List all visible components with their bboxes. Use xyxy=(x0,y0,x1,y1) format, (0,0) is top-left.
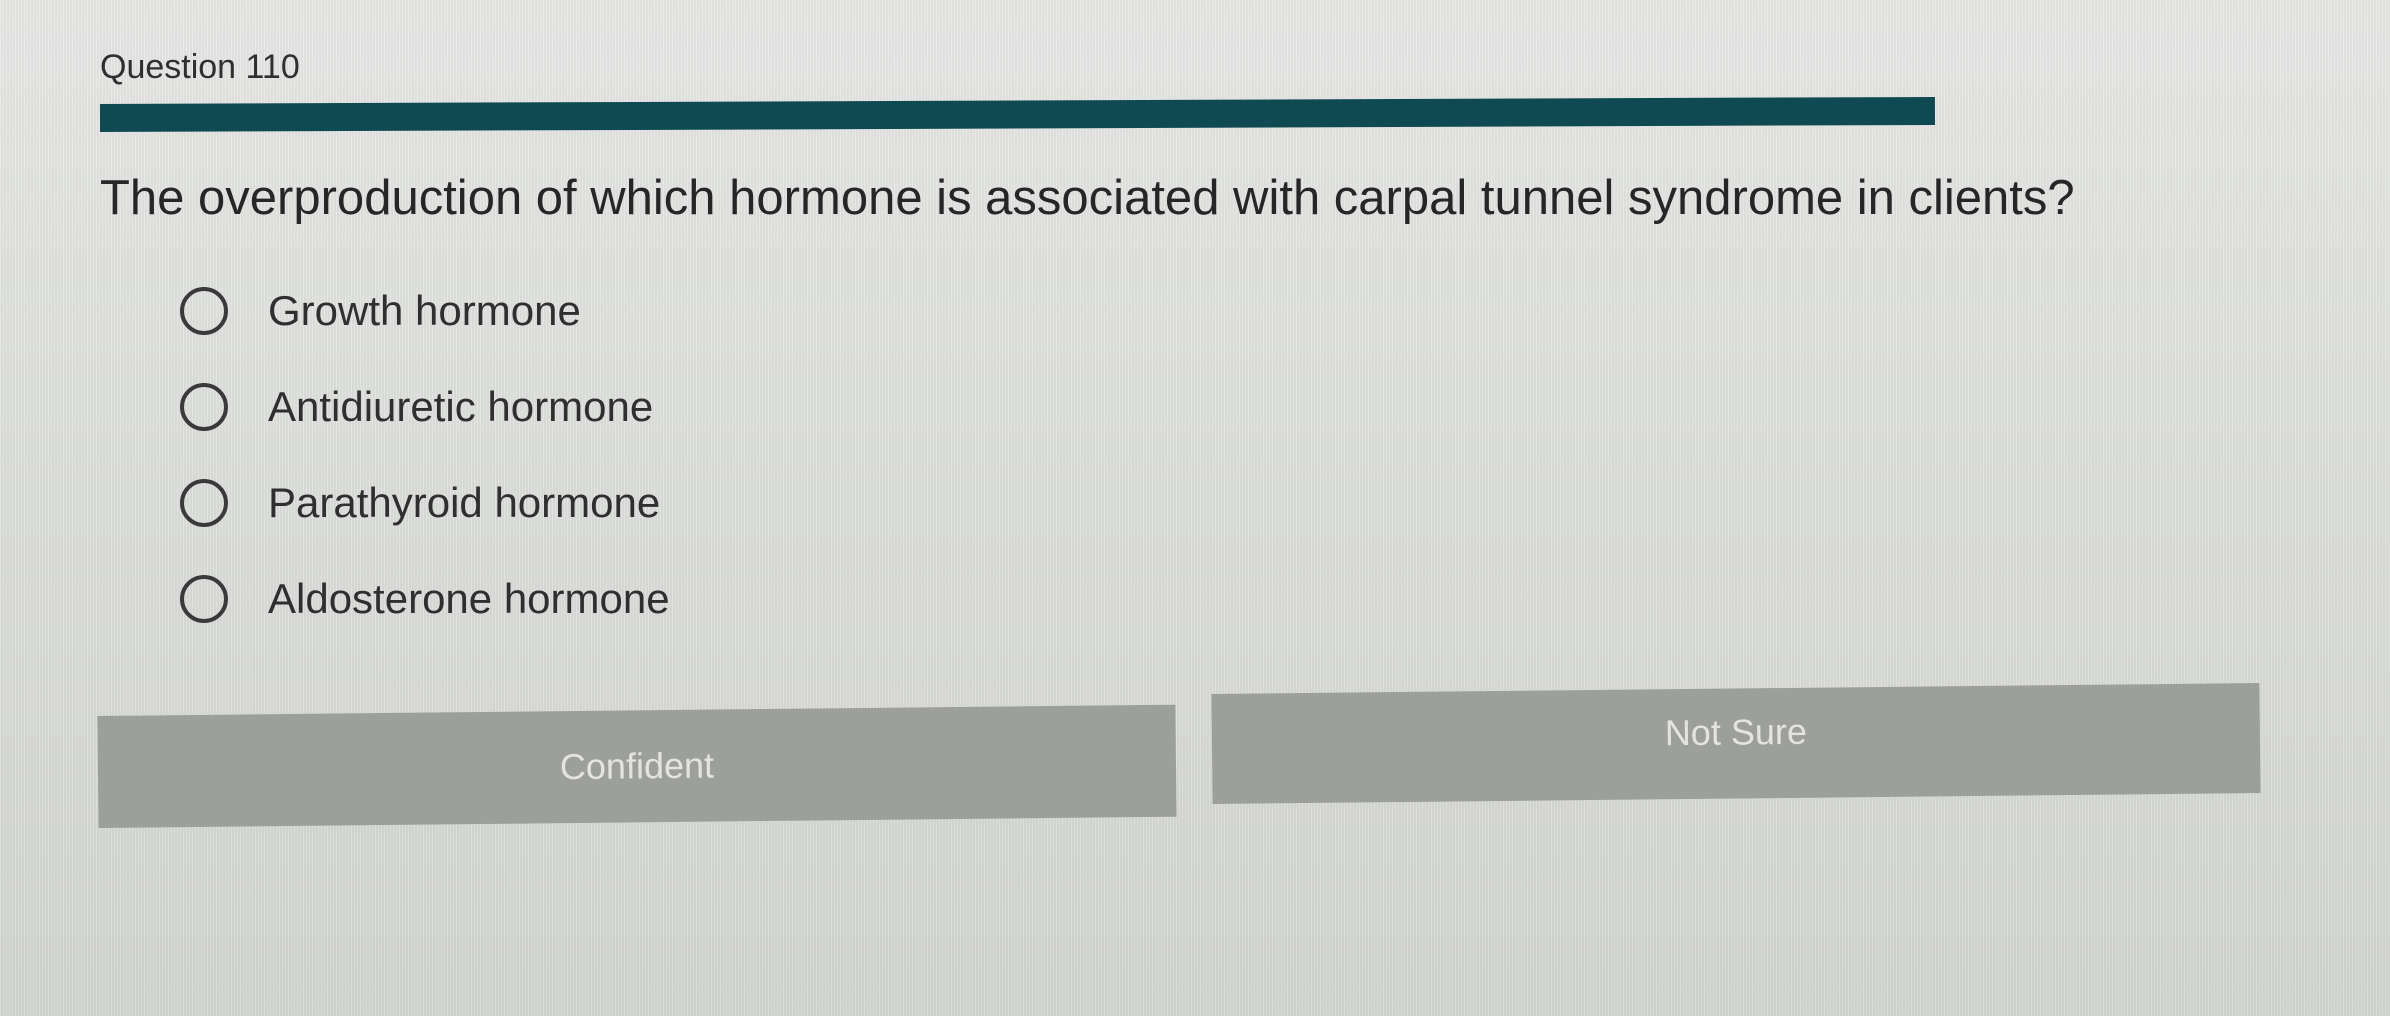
question-number-label: Question 110 xyxy=(100,48,300,86)
progress-bar xyxy=(99,96,1936,132)
option-label: Aldosterone hormone xyxy=(268,575,670,622)
option-label: Antidiuretic hormone xyxy=(268,383,654,430)
option-label: Parathyroid hormone xyxy=(268,479,661,526)
radio-button[interactable] xyxy=(180,575,228,623)
option-aldosterone-hormone[interactable]: Aldosterone hormone xyxy=(180,551,670,647)
option-parathyroid-hormone[interactable]: Parathyroid hormone xyxy=(180,455,670,551)
not-sure-button[interactable]: Not Sure xyxy=(1211,683,2261,804)
option-label: Growth hormone xyxy=(268,287,581,334)
confident-button[interactable]: Confident xyxy=(97,704,1177,828)
option-antidiuretic-hormone[interactable]: Antidiuretic hormone xyxy=(180,359,670,455)
question-stem: The overproduction of which hormone is a… xyxy=(100,171,2075,225)
option-growth-hormone[interactable]: Growth hormone xyxy=(180,263,670,359)
quiz-screen: Question 110 The overproduction of which… xyxy=(0,0,2390,1016)
radio-button[interactable] xyxy=(180,383,228,431)
radio-button[interactable] xyxy=(180,479,228,527)
radio-button[interactable] xyxy=(180,287,228,335)
answer-options: Growth hormone Antidiuretic hormone Para… xyxy=(180,263,670,647)
